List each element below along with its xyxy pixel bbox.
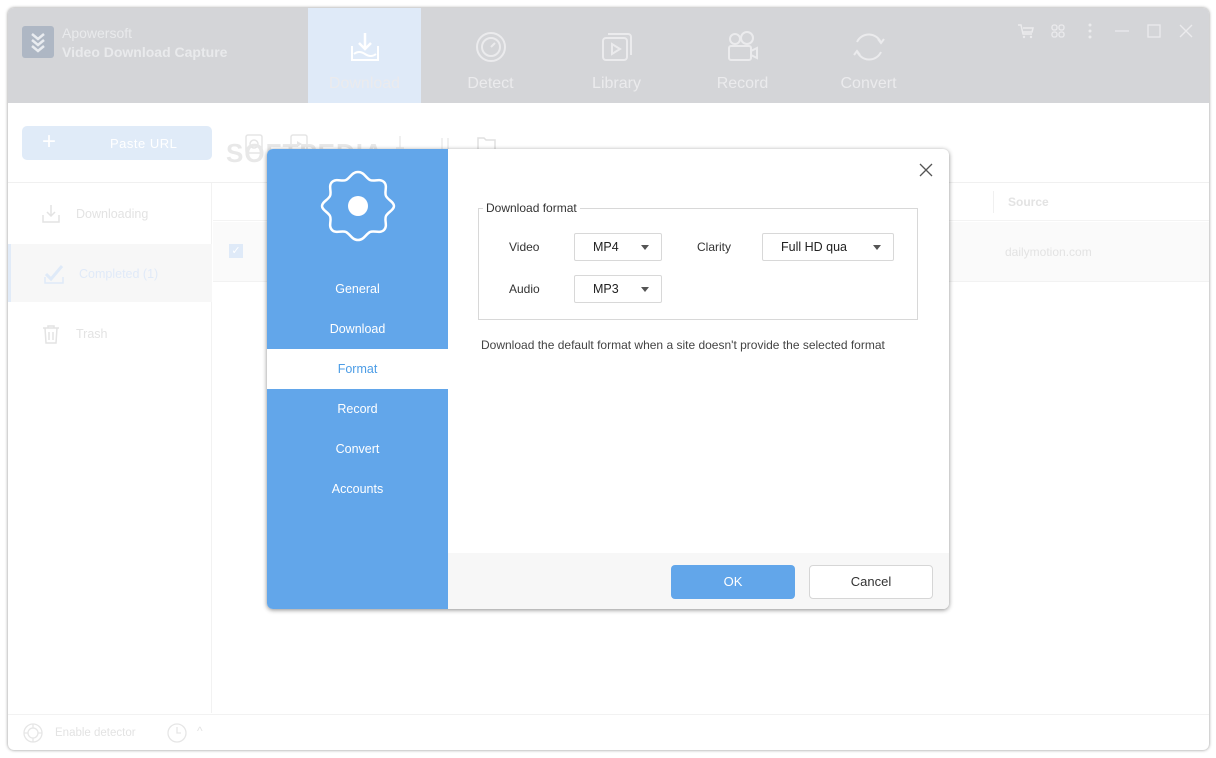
dialog-tab-format[interactable]: Format <box>267 349 448 389</box>
column-divider <box>993 191 994 213</box>
nav-tab-label: Download <box>328 75 401 92</box>
dialog-tab-accounts[interactable]: Accounts <box>267 469 448 509</box>
dialog-sidebar: General Download Format Record Convert A… <box>267 149 448 609</box>
sidebar-item-label: Completed (1) <box>79 267 159 281</box>
dialog-tab-convert[interactable]: Convert <box>267 429 448 469</box>
nav-tab-label: Record <box>716 75 769 92</box>
dialog-tab-general[interactable]: General <box>267 269 448 309</box>
enable-detector-label[interactable]: Enable detector <box>55 727 136 739</box>
sidebar-item-completed[interactable]: Completed (1) <box>8 244 212 302</box>
nav-tab-convert[interactable]: Convert <box>812 8 925 103</box>
close-icon[interactable] <box>1177 22 1195 40</box>
audio-label: Audio <box>509 282 540 296</box>
paste-url-button[interactable]: + Paste URL <box>22 126 212 160</box>
status-bar: Enable detector ^ <box>8 714 1209 750</box>
nav-tab-library[interactable]: Library <box>560 8 673 103</box>
ok-button[interactable]: OK <box>671 565 795 599</box>
sidebar-item-downloading[interactable]: Downloading <box>8 184 212 242</box>
chevron-down-icon <box>641 287 649 292</box>
detector-icon[interactable] <box>22 722 44 744</box>
settings-dialog: General Download Format Record Convert A… <box>267 149 949 609</box>
cancel-button[interactable]: Cancel <box>809 565 933 599</box>
plus-icon: + <box>42 128 57 155</box>
audio-format-value: MP3 <box>593 282 619 296</box>
header-bar: Apowersoft Video Download Capture Downlo… <box>8 8 1209 103</box>
nav-tab-detect[interactable]: Detect <box>434 8 547 103</box>
maximize-icon[interactable] <box>1145 22 1163 40</box>
sidebar-item-label: Trash <box>76 327 108 341</box>
row-source: dailymotion.com <box>1005 245 1092 259</box>
app-vendor: Apowersoft <box>62 25 133 41</box>
video-format-select[interactable]: MP4 <box>574 233 662 261</box>
row-checkbox[interactable]: ✓ <box>229 244 243 258</box>
sidebar: Downloading Completed (1) Trash <box>8 183 212 713</box>
clarity-select[interactable]: Full HD qua <box>762 233 894 261</box>
nav-tab-record[interactable]: Record <box>686 8 799 103</box>
video-label: Video <box>509 240 540 254</box>
clarity-value: Full HD qua <box>781 240 847 254</box>
app-logo-icon <box>22 26 54 58</box>
nav-tab-label: Library <box>592 75 641 92</box>
sidebar-item-trash[interactable]: Trash <box>8 304 212 362</box>
download-icon <box>42 205 60 223</box>
convert-icon <box>853 33 885 61</box>
nav-tab-label: Convert <box>840 75 897 92</box>
download-format-title: Download format <box>483 201 580 215</box>
library-icon <box>602 33 632 61</box>
chevron-up-icon[interactable]: ^ <box>197 724 203 738</box>
nav-tab-download[interactable]: Download <box>308 8 421 103</box>
download-format-group <box>478 208 918 320</box>
app-title: Video Download Capture <box>62 44 228 60</box>
dialog-tab-record[interactable]: Record <box>267 389 448 429</box>
video-format-value: MP4 <box>593 240 619 254</box>
trash-icon <box>43 325 59 344</box>
apps-icon[interactable] <box>1049 22 1067 40</box>
nav-tab-label: Detect <box>467 75 514 92</box>
cart-icon[interactable] <box>1017 22 1035 40</box>
settings-gear-icon <box>320 170 396 242</box>
minimize-icon[interactable] <box>1113 22 1131 40</box>
more-icon[interactable] <box>1081 22 1099 40</box>
audio-format-select[interactable]: MP3 <box>574 275 662 303</box>
chevron-down-icon <box>641 245 649 250</box>
download-icon <box>351 33 379 61</box>
chevron-down-icon <box>873 245 881 250</box>
check-icon <box>44 265 64 284</box>
record-icon <box>728 31 758 61</box>
default-format-hint: Download the default format when a site … <box>481 338 885 352</box>
column-header-source[interactable]: Source <box>1008 195 1049 209</box>
close-icon[interactable] <box>917 161 935 179</box>
clock-icon[interactable] <box>166 722 188 744</box>
sidebar-item-label: Downloading <box>76 207 149 221</box>
paste-url-label: Paste URL <box>110 136 178 151</box>
clarity-label: Clarity <box>697 240 732 254</box>
window-controls <box>1017 22 1195 40</box>
dialog-tab-download[interactable]: Download <box>267 309 448 349</box>
detect-icon <box>476 32 506 62</box>
